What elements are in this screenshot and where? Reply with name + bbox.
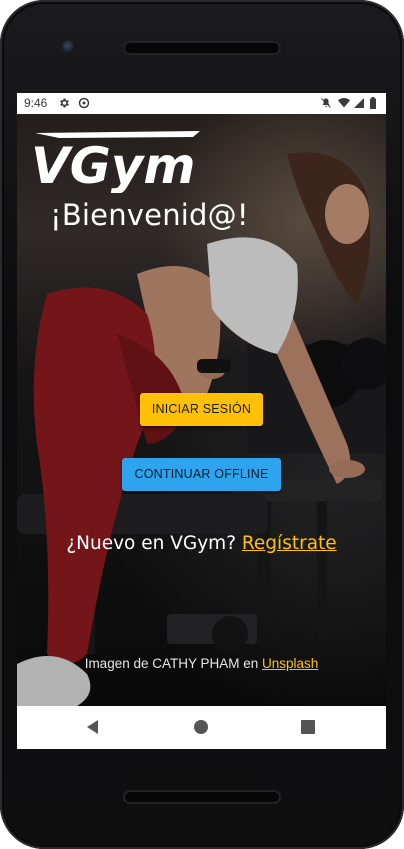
login-button[interactable]: INICIAR SESIÓN — [140, 393, 263, 426]
front-camera — [62, 40, 76, 54]
status-bar: 9:46 — [17, 93, 386, 114]
home-icon[interactable] — [193, 719, 209, 735]
recents-icon[interactable] — [300, 719, 316, 735]
battery-icon — [370, 97, 376, 109]
system-nav-bar — [17, 706, 386, 749]
photo-credit: Imagen de CATHY PHAM en Unsplash — [17, 656, 386, 671]
earpiece-speaker — [125, 43, 279, 53]
app-sync-icon — [78, 97, 90, 109]
wifi-icon — [338, 98, 350, 108]
register-prompt-line: ¿Nuevo en VGym? Regístrate — [17, 533, 386, 554]
welcome-screen: VGym ¡Bienvenid@! INICIAR SESIÓN CONTINU… — [17, 114, 386, 706]
screen: 9:46 VGym ¡Bienvenid@! INICIAR SESIÓN CO… — [17, 93, 386, 749]
register-prompt: ¿Nuevo en VGym? — [66, 533, 237, 554]
phone-frame: 9:46 VGym ¡Bienvenid@! INICIAR SESIÓN CO… — [0, 0, 404, 849]
gear-icon — [60, 98, 69, 108]
svg-text:VGym: VGym — [31, 137, 195, 193]
back-icon[interactable] — [85, 719, 101, 735]
register-link[interactable]: Regístrate — [242, 533, 337, 554]
photo-credit-text: Imagen de CATHY PHAM en — [84, 656, 259, 671]
unsplash-link[interactable]: Unsplash — [262, 656, 318, 671]
mute-icon — [321, 98, 331, 108]
status-time: 9:46 — [24, 96, 48, 110]
continue-offline-button[interactable]: CONTINUAR OFFLINE — [122, 458, 281, 491]
bottom-speaker — [125, 792, 279, 802]
signal-icon — [354, 98, 364, 108]
welcome-heading: ¡Bienvenid@! — [50, 198, 249, 232]
vgym-logo: VGym — [31, 131, 200, 193]
